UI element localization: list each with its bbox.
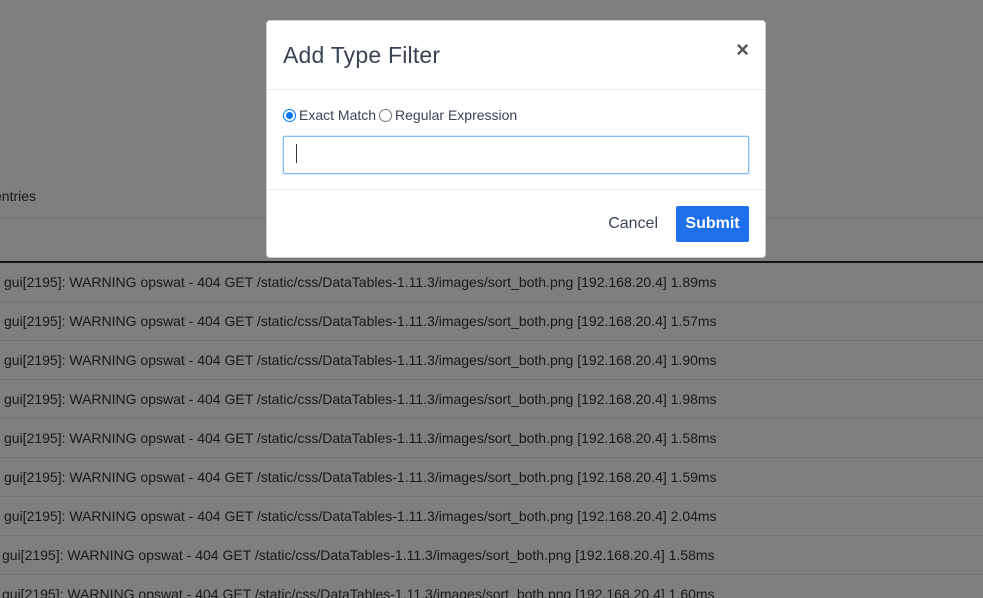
modal-footer: Cancel Submit <box>267 190 765 257</box>
match-type-group: Exact Match Regular Expression <box>283 106 749 124</box>
modal-body: Exact Match Regular Expression <box>267 90 765 190</box>
exact-match-label[interactable]: Exact Match <box>299 107 376 123</box>
add-type-filter-dialog: Add Type Filter × Exact Match Regular Ex… <box>266 20 766 258</box>
submit-button[interactable]: Submit <box>676 205 749 242</box>
close-icon[interactable]: × <box>736 39 749 61</box>
regular-expression-label[interactable]: Regular Expression <box>395 107 517 123</box>
regular-expression-radio[interactable] <box>379 108 393 122</box>
text-caret <box>296 144 297 163</box>
exact-match-radio[interactable] <box>283 108 296 122</box>
cancel-button[interactable]: Cancel <box>608 215 658 233</box>
filter-input[interactable] <box>283 136 749 174</box>
modal-title: Add Type Filter <box>283 41 441 68</box>
modal-header: Add Type Filter × <box>267 21 765 90</box>
